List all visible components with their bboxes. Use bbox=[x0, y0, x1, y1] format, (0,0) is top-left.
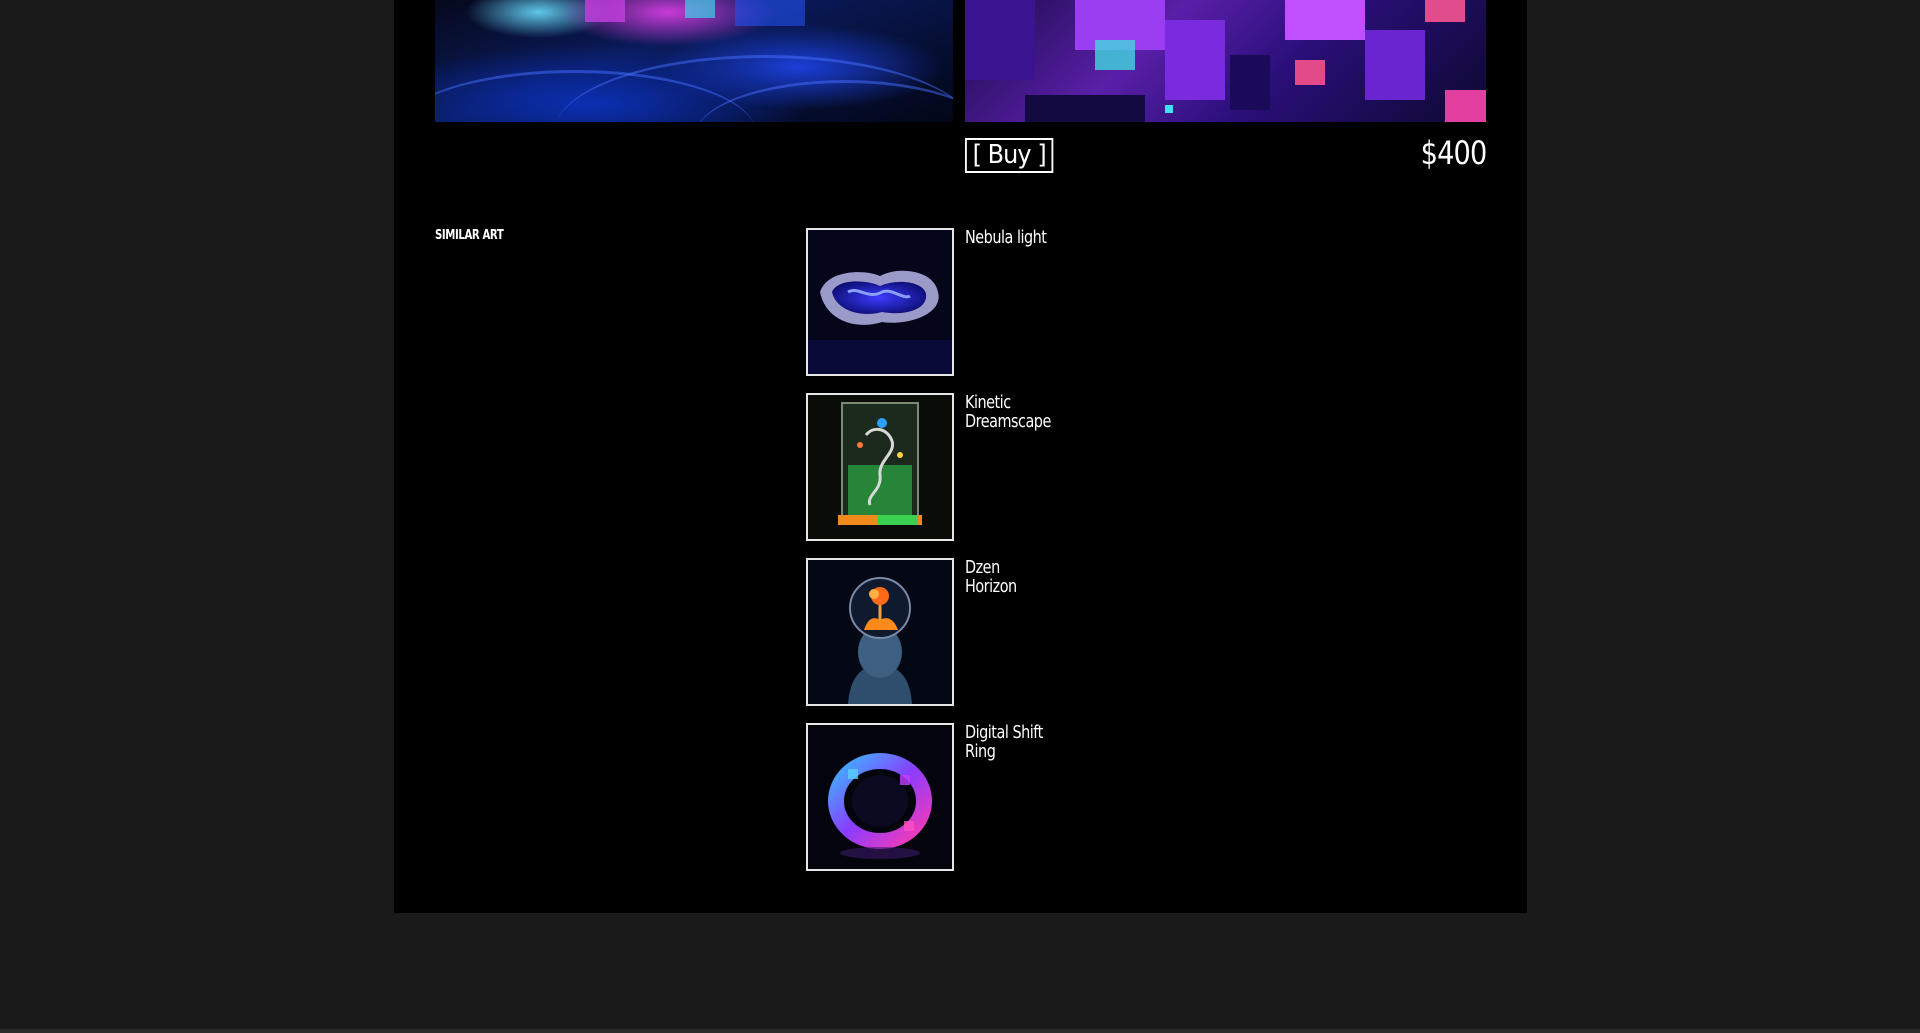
artwork-image-right bbox=[965, 0, 1486, 122]
similar-art-name[interactable]: Digital Shift Ring bbox=[965, 723, 1053, 761]
digital-shift-ring-thumbnail[interactable] bbox=[806, 723, 954, 871]
similar-art-item[interactable]: Kinetic Dreamscape bbox=[806, 393, 1156, 541]
page-footer-edge bbox=[0, 1029, 1920, 1033]
similar-art-item[interactable]: Nebula light bbox=[806, 228, 1156, 376]
glowing-sculpture-icon bbox=[808, 230, 952, 374]
product-panel: [ Buy ] $400 SIMILAR ART Nebula light Ki… bbox=[394, 0, 1527, 913]
buy-button[interactable]: [ Buy ] bbox=[965, 138, 1054, 173]
head-dome-sculpture-icon bbox=[808, 560, 952, 704]
similar-art-heading: SIMILAR ART bbox=[435, 228, 504, 243]
ring-icon bbox=[808, 725, 952, 869]
kinetic-dreamscape-thumbnail[interactable] bbox=[806, 393, 954, 541]
glass-cube-sculpture-icon bbox=[808, 395, 952, 539]
dzen-horizon-thumbnail[interactable] bbox=[806, 558, 954, 706]
similar-art-name[interactable]: Kinetic Dreamscape bbox=[965, 393, 1053, 431]
price-label: $400 bbox=[1420, 134, 1487, 172]
nebula-light-thumbnail[interactable] bbox=[806, 228, 954, 376]
artwork-image-left bbox=[435, 0, 953, 122]
similar-art-item[interactable]: Dzen Horizon bbox=[806, 558, 1156, 706]
similar-art-name[interactable]: Nebula light bbox=[965, 228, 1053, 247]
similar-art-name[interactable]: Dzen Horizon bbox=[965, 558, 1053, 596]
similar-art-item[interactable]: Digital Shift Ring bbox=[806, 723, 1156, 871]
